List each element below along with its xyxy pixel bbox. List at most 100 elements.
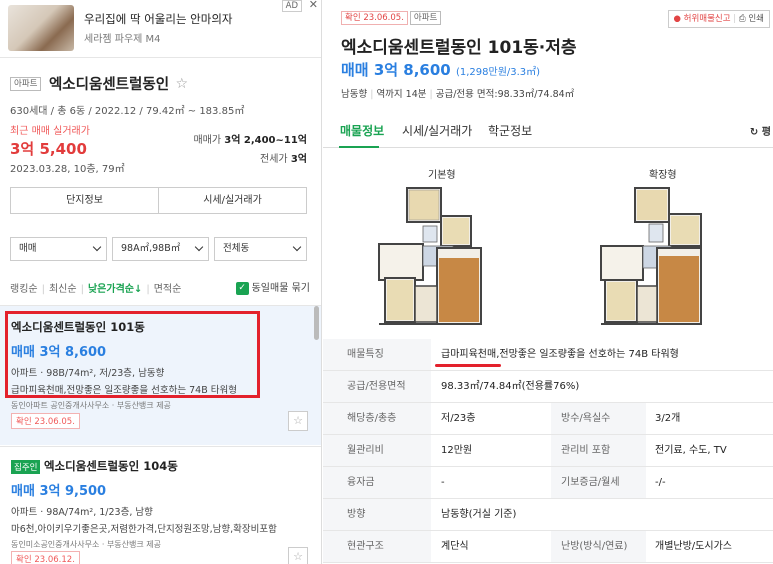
row-value: 12만원 [441, 445, 473, 456]
row-value: - [441, 477, 445, 488]
complex-button-row: 단지정보 시세/실거래가 [10, 187, 307, 214]
trade-type-value: 매매 [19, 243, 37, 254]
row-label: 방향 [323, 499, 431, 530]
table-row: 공급/전용면적 98.33㎡/74.84㎡(전용률76%) [323, 371, 773, 403]
owner-tag: 집주인 [11, 460, 41, 474]
sort-ranking[interactable]: 랭킹순 [10, 284, 38, 295]
sort-newest[interactable]: 최신순 [49, 284, 77, 295]
listing-detail-table: 매물특징 급마피육천매,전망좋은 일조량좋을 선호하는 74B 타워형 공급/전… [323, 339, 773, 563]
siren-icon: ● [673, 14, 681, 24]
chevron-down-icon [92, 242, 102, 252]
row-value: 계단식 [441, 541, 469, 552]
detail-direction: 남동향 [341, 89, 368, 100]
active-tab-indicator [339, 146, 379, 148]
sale-price-label: 매매가 [193, 135, 222, 146]
listing-item[interactable]: 집주인 엑소디움센트럴동인 104동 매매 3억 9,500 아파트 · 98A… [0, 446, 321, 564]
sort-low-price[interactable]: 낮은가격순↓ [88, 284, 142, 295]
ad-image[interactable] [8, 5, 74, 51]
table-row: 해당층/총층 저/23층 방수/욕실수 3/2개 [323, 403, 773, 435]
highlight-box [5, 311, 260, 398]
close-icon[interactable]: ✕ [309, 0, 318, 11]
filter-bar: 매매 98A㎡,98B㎡ 전체동 [10, 237, 307, 261]
complex-header: 아파트 엑소디움센트럴동인 ☆ 630세대 / 총 6동 / 2022.12 /… [10, 73, 310, 117]
sale-price-value: 3억 2,400~11억 [224, 135, 307, 146]
trade-type-select[interactable]: 매매 [10, 237, 107, 261]
tab-listing-info[interactable]: 매물정보 [340, 122, 384, 139]
detail-summary: 남동향 | 역까지 14분 | 공급/전용 면적:98.33㎡/74.84㎡ [341, 89, 575, 100]
report-print-bar: ● 허위매물신고 | ⎙ 인쇄 [667, 10, 770, 28]
pyeong-toggle[interactable]: ↻ 평 [750, 123, 771, 138]
complex-name[interactable]: 엑소디움센트럴동인 [49, 77, 169, 93]
dong-value: 전체동 [223, 243, 250, 254]
pyeong-label: 평 [761, 127, 771, 138]
detail-price-value: 매매 3억 8,600 [341, 61, 451, 79]
confirm-date-badge: 확인 23.06.05. [11, 413, 80, 429]
same-listing-label: 동일매물 묶기 [251, 283, 310, 294]
row-label: 기보증금/월세 [551, 467, 646, 498]
scrollbar[interactable] [314, 306, 319, 340]
recent-trade-date: 2023.03.28, 10층, 79㎡ [10, 164, 125, 175]
row-value: 개별난방/도시가스 [655, 541, 732, 552]
table-row: 월관리비 12만원 관리비 포함 전기료, 수도, TV [323, 435, 773, 467]
row-label: 해당층/총층 [323, 403, 431, 434]
floorplan-basic-label: 기본형 [428, 170, 456, 181]
sort-bar: 랭킹순 | 최신순 | 낮은가격순↓ | 면적순 ✓ 동일매물 묶기 [10, 280, 310, 295]
dong-select[interactable]: 전체동 [214, 237, 307, 261]
ad-title[interactable]: 우리집에 딱 어울리는 안마의자 [84, 11, 233, 27]
same-listing-toggle[interactable]: ✓ 동일매물 묶기 [235, 279, 310, 295]
ad-badge: AD [281, 0, 302, 12]
complex-info-button[interactable]: 단지정보 [11, 188, 158, 213]
floorplan-expanded-label: 확장형 [649, 170, 677, 181]
tab-school-info[interactable]: 학군정보 [488, 122, 532, 139]
complex-price-button[interactable]: 시세/실거래가 [158, 188, 306, 213]
row-value: 전기료, 수도, TV [655, 445, 727, 456]
listing-price: 매매 3억 9,500 [11, 484, 107, 499]
row-value: 저/23층 [441, 413, 476, 424]
listing-description: 마6천,아이키우기좋은곳,저렴한가격,단지정원조망,남향,확장비포함 [11, 524, 277, 535]
sort-area[interactable]: 면적순 [154, 284, 182, 295]
detail-title: 엑소디움센트럴동인 101동·저층 [341, 38, 577, 58]
listing-panel: 우리집에 딱 어울리는 안마의자 세라젬 파우제 M4 AD ✕ 아파트 엑소디… [0, 0, 322, 564]
floorplan-basic-image[interactable] [375, 186, 487, 330]
table-row: 융자금 - 기보증금/월세 -/- [323, 467, 773, 499]
row-value: 98.33㎡/74.84㎡(전용률76%) [441, 381, 580, 392]
listing-spec: 아파트 · 98A/74m², 1/23층, 남향 [11, 507, 153, 518]
row-label: 융자금 [323, 467, 431, 498]
jeonse-price-label: 전세가 [260, 154, 288, 165]
detail-tabs: 매물정보 시세/실거래가 학군정보 ↻ 평 [323, 110, 773, 148]
table-row: 방향 남동향(거실 기준) [323, 499, 773, 531]
favorite-star-icon[interactable]: ☆ [288, 411, 308, 431]
ad-banner[interactable]: 우리집에 딱 어울리는 안마의자 세라젬 파우제 M4 AD ✕ [0, 0, 321, 58]
floorplan-expanded-image[interactable] [595, 186, 707, 330]
row-label: 방수/욕실수 [551, 403, 646, 434]
listing-title[interactable]: 엑소디움센트럴동인 104동 [44, 459, 178, 473]
refresh-icon: ↻ [749, 127, 759, 138]
table-row: 현관구조 계단식 난방(방식/연료) 개별난방/도시가스 [323, 531, 773, 563]
tab-price-history[interactable]: 시세/실거래가 [402, 122, 472, 139]
area-select[interactable]: 98A㎡,98B㎡ [112, 237, 209, 261]
detail-panel: 확인 23.06.05. 아파트 ● 허위매물신고 | ⎙ 인쇄 엑소디움센트럴동… [323, 0, 773, 564]
detail-price: 매매 3억 8,600 (1,298만원/3.3㎡) [341, 59, 540, 80]
chevron-down-icon [194, 242, 204, 252]
jeonse-price-range: 전세가 3억 [260, 150, 307, 165]
table-row: 매물특징 급마피육천매,전망좋은 일조량좋을 선호하는 74B 타워형 [323, 339, 773, 371]
checkbox-icon[interactable]: ✓ [235, 281, 249, 295]
row-value: 3/2개 [655, 413, 681, 424]
row-label: 관리비 포함 [551, 435, 646, 466]
area-value: 98A㎡,98B㎡ [121, 243, 181, 254]
detail-station: 역까지 14분 [376, 89, 427, 100]
row-value: 남동향(거실 기준) [441, 509, 517, 520]
report-button[interactable]: 허위매물신고 [684, 14, 731, 24]
property-type-tag: 아파트 [409, 11, 442, 25]
favorite-star-icon[interactable]: ☆ [288, 547, 308, 564]
sale-price-range: 매매가 3억 2,400~11억 [193, 131, 307, 146]
ad-subtitle: 세라젬 파우제 M4 [84, 34, 161, 45]
detail-area: 공급/전용 면적:98.33㎡/74.84㎡ [435, 89, 575, 100]
highlight-underline [435, 364, 501, 367]
recent-trade-price: 3억 5,400 [10, 140, 87, 158]
print-button[interactable]: 인쇄 [748, 14, 764, 24]
star-icon[interactable]: ☆ [176, 76, 189, 92]
row-label: 현관구조 [323, 531, 431, 562]
confirm-date-badge: 확인 23.06.12. [11, 551, 80, 564]
row-label: 난방(방식/연료) [551, 531, 646, 562]
